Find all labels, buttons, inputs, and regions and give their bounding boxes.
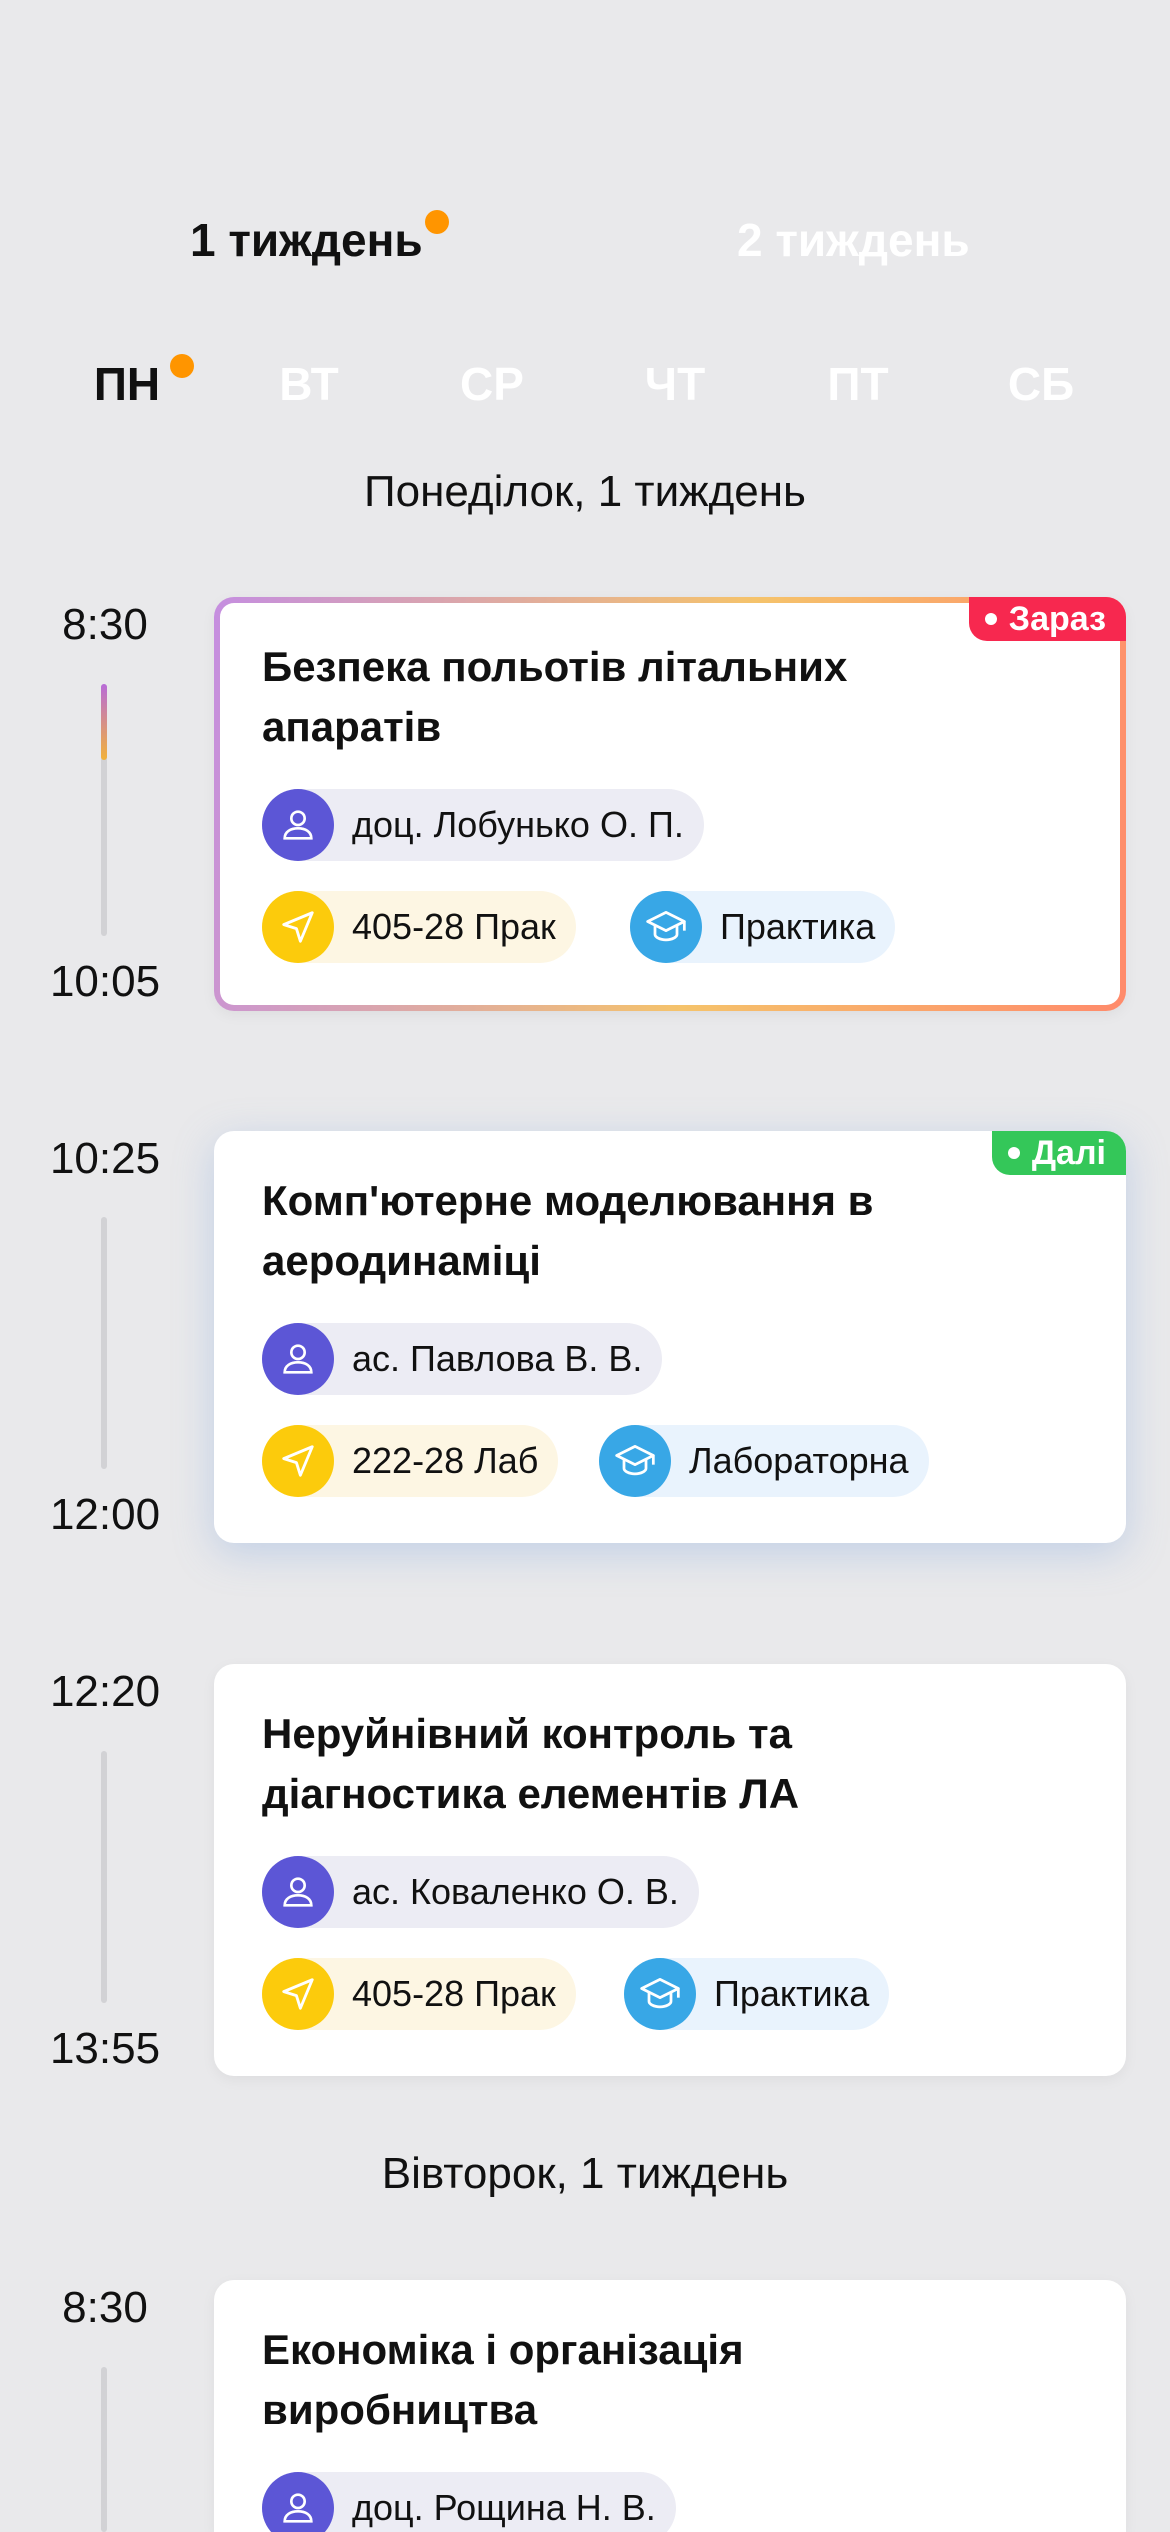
tab-week-2[interactable]: 2 тиждень xyxy=(737,208,970,272)
class-start-time: 12:20 xyxy=(49,1667,161,1716)
teacher-name: ас. Павлова В. В. xyxy=(352,1338,643,1379)
class-card[interactable]: Зараз Безпека польотів літальних апараті… xyxy=(214,597,1126,1011)
tab-day-sat[interactable]: СБ xyxy=(986,354,1096,414)
class-end-time: 13:55 xyxy=(49,2024,161,2073)
class-title: Комп'ютерне моделювання в аеродинаміці xyxy=(262,1177,874,1284)
badge-dot xyxy=(984,613,997,625)
badge-dot xyxy=(1007,1147,1020,1159)
class-time-track xyxy=(101,2367,107,2532)
schedule-screen: 1 тиждень 2 тиждень ПН ВТ СР ЧТ ПТ СБ По… xyxy=(0,0,1170,2532)
location-arrow-icon xyxy=(262,1958,334,2030)
tab-day-tue[interactable]: ВТ xyxy=(254,354,364,414)
teacher-name: ас. Коваленко О. В. xyxy=(352,1871,679,1912)
class-card[interactable]: Далі Комп'ютерне моделювання в аеродинам… xyxy=(214,1131,1126,1543)
class-type-label: Лабораторна xyxy=(689,1440,909,1481)
class-end-time: 12:00 xyxy=(49,1490,161,1539)
class-time-track xyxy=(101,1217,107,1469)
class-end-time: 10:05 xyxy=(49,957,161,1006)
current-day-indicator xyxy=(170,354,194,378)
day-section-title: Понеділок, 1 тиждень xyxy=(364,467,806,516)
teacher-chip[interactable]: доц. Рощина Н. В. xyxy=(262,2472,676,2532)
class-card[interactable]: Неруйнівний контроль та діагностика елем… xyxy=(214,1664,1126,2076)
class-type-label: Практика xyxy=(720,906,876,947)
class-type-chip[interactable]: Практика xyxy=(630,891,896,963)
class-start-time: 8:30 xyxy=(62,2283,148,2332)
class-title: Неруйнівний контроль та діагностика елем… xyxy=(262,1710,800,1817)
tab-day-mon[interactable]: ПН xyxy=(72,354,182,414)
class-type-chip[interactable]: Практика xyxy=(624,1958,890,2030)
class-time-track xyxy=(101,1751,107,2003)
room-label: 405-28 Прак xyxy=(352,906,556,947)
room-label: 405-28 Прак xyxy=(352,1973,556,2014)
tab-week-2-label: 2 тиждень xyxy=(737,214,970,266)
class-title: Безпека польотів літальних апаратів xyxy=(262,643,848,750)
person-icon xyxy=(262,789,334,861)
tab-week-1[interactable]: 1 тиждень xyxy=(190,208,423,272)
tab-week-1-label: 1 тиждень xyxy=(190,214,423,266)
tab-day-fri[interactable]: ПТ xyxy=(803,354,913,414)
day-section-title: Вівторок, 1 тиждень xyxy=(381,2149,789,2198)
next-badge-label: Далі xyxy=(1031,1134,1106,1172)
room-chip[interactable]: 405-28 Прак xyxy=(262,1958,576,2030)
next-badge: Далі xyxy=(991,1131,1126,1175)
class-title: Економіка і організація виробництва xyxy=(262,2326,744,2433)
now-badge: Зараз xyxy=(968,597,1126,641)
graduation-cap-icon xyxy=(630,891,702,963)
location-arrow-icon xyxy=(262,891,334,963)
graduation-cap-icon xyxy=(599,1425,671,1497)
location-arrow-icon xyxy=(262,1425,334,1497)
tab-day-wed[interactable]: СР xyxy=(437,354,547,414)
class-type-label: Практика xyxy=(714,1973,870,2014)
room-chip[interactable]: 222-28 Лаб xyxy=(262,1425,559,1497)
teacher-chip[interactable]: ас. Павлова В. В. xyxy=(262,1323,663,1395)
teacher-name: доц. Рощина Н. В. xyxy=(352,2487,656,2528)
now-badge-label: Зараз xyxy=(1008,600,1106,638)
teacher-name: доц. Лобунько О. П. xyxy=(352,804,684,845)
teacher-chip[interactable]: доц. Лобунько О. П. xyxy=(262,789,704,861)
class-start-time: 10:25 xyxy=(49,1134,161,1183)
class-card[interactable]: Економіка і організація виробництва доц.… xyxy=(214,2280,1126,2532)
class-start-time: 8:30 xyxy=(62,600,148,649)
room-chip[interactable]: 405-28 Прак xyxy=(262,891,576,963)
teacher-chip[interactable]: ас. Коваленко О. В. xyxy=(262,1856,699,1928)
person-icon xyxy=(262,1856,334,1928)
room-label: 222-28 Лаб xyxy=(352,1440,539,1481)
graduation-cap-icon xyxy=(624,1958,696,2030)
person-icon xyxy=(262,1323,334,1395)
class-time-progress-track xyxy=(101,684,107,936)
class-type-chip[interactable]: Лабораторна xyxy=(599,1425,929,1497)
tab-day-thu[interactable]: ЧТ xyxy=(620,354,730,414)
class-time-progress-fill xyxy=(101,684,107,760)
current-week-indicator xyxy=(425,210,449,234)
person-icon xyxy=(262,2472,334,2532)
